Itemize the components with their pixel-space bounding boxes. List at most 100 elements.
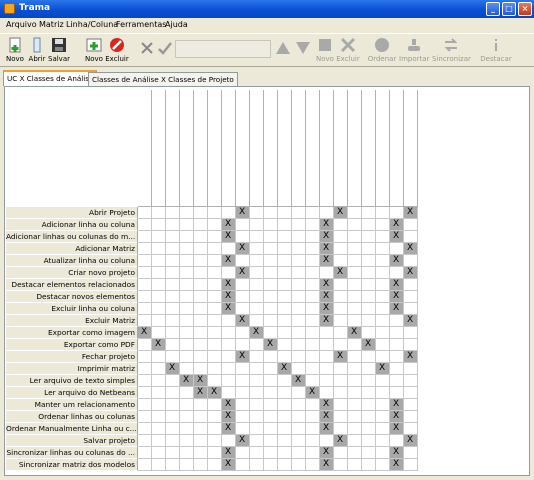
- matrix-cell[interactable]: [334, 423, 348, 435]
- matrix-cell[interactable]: [334, 243, 348, 255]
- matrix-cell[interactable]: [362, 231, 376, 243]
- matrix-cell[interactable]: [348, 303, 362, 315]
- matrix-cell[interactable]: [404, 255, 418, 267]
- row-header[interactable]: Excluir Matriz: [6, 315, 138, 327]
- matrix-cell[interactable]: [138, 387, 152, 399]
- matrix-cell[interactable]: [362, 219, 376, 231]
- matrix-cell[interactable]: [348, 363, 362, 375]
- matrix-cell[interactable]: [236, 327, 250, 339]
- matrix-cell[interactable]: [278, 327, 292, 339]
- matrix-cell[interactable]: [152, 399, 166, 411]
- matrix-cell[interactable]: [334, 219, 348, 231]
- matrix-cell[interactable]: [194, 267, 208, 279]
- matrix-cell[interactable]: [180, 255, 194, 267]
- matrix-cell[interactable]: [278, 279, 292, 291]
- matrix-cell[interactable]: [138, 435, 152, 447]
- matrix-cell[interactable]: [334, 279, 348, 291]
- matrix-cell[interactable]: [194, 303, 208, 315]
- row-header[interactable]: Ler arquivo de texto simples: [6, 375, 138, 387]
- matrix-cell-marked[interactable]: [320, 423, 334, 435]
- matrix-cell-marked[interactable]: [334, 267, 348, 279]
- matrix-cell[interactable]: [264, 303, 278, 315]
- matrix-cell-marked[interactable]: [222, 303, 236, 315]
- matrix-cell[interactable]: [236, 447, 250, 459]
- matrix-cell[interactable]: [194, 399, 208, 411]
- matrix-cell[interactable]: [334, 303, 348, 315]
- row-header[interactable]: Exportar como imagem: [6, 327, 138, 339]
- matrix-cell[interactable]: [194, 243, 208, 255]
- matrix-cell[interactable]: [264, 351, 278, 363]
- row-header[interactable]: Exportar como PDF: [6, 339, 138, 351]
- matrix-cell[interactable]: [292, 387, 306, 399]
- matrix-cell[interactable]: [306, 423, 320, 435]
- abrir-button[interactable]: Abrir: [27, 37, 47, 63]
- matrix-cell[interactable]: [376, 375, 390, 387]
- matrix-cell[interactable]: [320, 435, 334, 447]
- row-header[interactable]: Criar novo projeto: [6, 267, 138, 279]
- matrix-cell[interactable]: [208, 447, 222, 459]
- matrix-cell[interactable]: [334, 375, 348, 387]
- matrix-cell[interactable]: [376, 399, 390, 411]
- matrix-cell[interactable]: [334, 387, 348, 399]
- matrix-cell-marked[interactable]: [390, 423, 404, 435]
- move-up-button[interactable]: [274, 40, 292, 56]
- matrix-cell[interactable]: [152, 207, 166, 219]
- matrix-cell[interactable]: [166, 399, 180, 411]
- matrix-cell-marked[interactable]: [390, 255, 404, 267]
- matrix-cell[interactable]: [376, 327, 390, 339]
- matrix-cell[interactable]: [362, 447, 376, 459]
- matrix-cell[interactable]: [250, 315, 264, 327]
- matrix-cell[interactable]: [138, 363, 152, 375]
- matrix-cell[interactable]: [334, 399, 348, 411]
- matrix-cell[interactable]: [306, 315, 320, 327]
- column-header[interactable]: ExportarPDF: [264, 90, 278, 207]
- matrix-cell[interactable]: [194, 435, 208, 447]
- row-header[interactable]: Sincronizar linhas ou colunas do ...: [6, 447, 138, 459]
- matrix-cell[interactable]: [194, 315, 208, 327]
- matrix-cell[interactable]: [278, 315, 292, 327]
- matrix-cell[interactable]: [208, 315, 222, 327]
- matrix-cell[interactable]: [166, 303, 180, 315]
- matrix-cell[interactable]: [404, 327, 418, 339]
- matrix-cell[interactable]: [362, 279, 376, 291]
- matrix-cell-marked[interactable]: [320, 303, 334, 315]
- matrix-cell[interactable]: [376, 411, 390, 423]
- matrix-cell[interactable]: [236, 375, 250, 387]
- matrix-cell-marked[interactable]: [320, 255, 334, 267]
- matrix-cell[interactable]: [348, 423, 362, 435]
- matrix-cell[interactable]: [362, 315, 376, 327]
- matrix-cell[interactable]: [348, 207, 362, 219]
- matrix-cell[interactable]: [180, 387, 194, 399]
- matrix-cell-marked[interactable]: [334, 351, 348, 363]
- ordenar-button[interactable]: Ordenar: [367, 37, 397, 63]
- matrix-cell[interactable]: [264, 219, 278, 231]
- matrix-cell[interactable]: [166, 447, 180, 459]
- matrix-cell-marked[interactable]: [390, 291, 404, 303]
- matrix-cell[interactable]: [292, 411, 306, 423]
- matrix-cell[interactable]: [180, 303, 194, 315]
- matrix-cell[interactable]: [236, 411, 250, 423]
- matrix-cell[interactable]: [390, 351, 404, 363]
- column-header[interactable]: Imprimir: [278, 90, 292, 207]
- row-header[interactable]: Destacar novos elementos: [6, 291, 138, 303]
- matrix-cell[interactable]: [194, 363, 208, 375]
- matrix-cell[interactable]: [208, 363, 222, 375]
- matrix-cell[interactable]: [250, 255, 264, 267]
- matrix-cell-marked[interactable]: [404, 207, 418, 219]
- matrix-cell[interactable]: [250, 351, 264, 363]
- matrix-cell[interactable]: [362, 255, 376, 267]
- matrix-cell-marked[interactable]: [222, 411, 236, 423]
- matrix-cell[interactable]: [292, 399, 306, 411]
- matrix-cell[interactable]: [180, 279, 194, 291]
- matrix-cell[interactable]: [208, 243, 222, 255]
- matrix-cell[interactable]: [292, 315, 306, 327]
- menu-linha-coluna[interactable]: Linha/Coluna: [66, 20, 118, 29]
- matrix-cell[interactable]: [152, 315, 166, 327]
- matrix-cell-marked[interactable]: [390, 399, 404, 411]
- matrix-cell[interactable]: [348, 351, 362, 363]
- matrix-cell[interactable]: [292, 423, 306, 435]
- matrix-cell-marked[interactable]: [404, 435, 418, 447]
- matrix-cell[interactable]: [362, 459, 376, 471]
- matrix-cell-marked[interactable]: [152, 339, 166, 351]
- matrix-cell[interactable]: [404, 363, 418, 375]
